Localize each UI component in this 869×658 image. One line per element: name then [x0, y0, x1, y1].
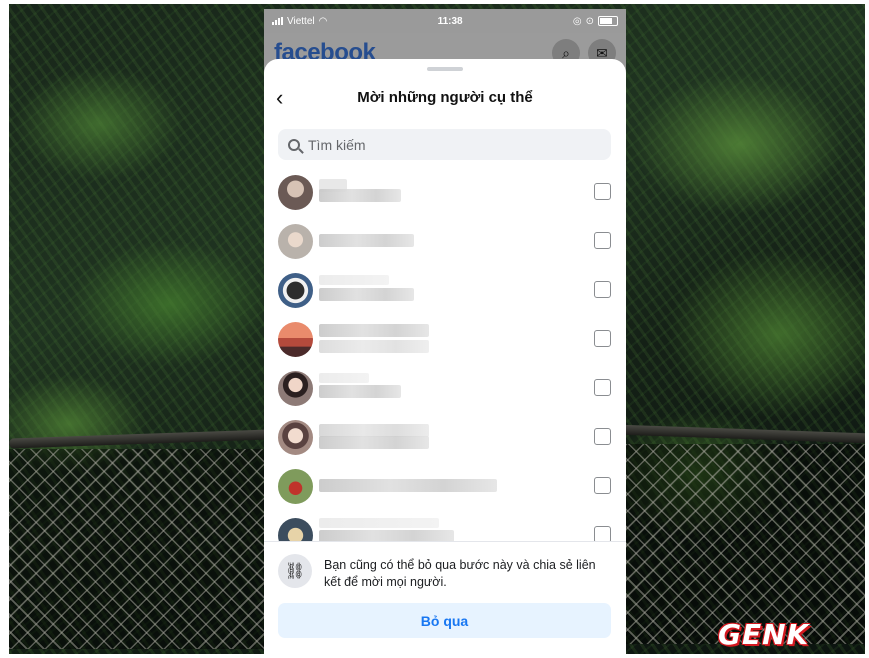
friend-list: [264, 171, 626, 541]
link-icon: ⛓: [278, 554, 312, 588]
friend-checkbox[interactable]: [594, 281, 611, 298]
search-field[interactable]: [278, 129, 611, 160]
drag-handle[interactable]: [427, 67, 463, 71]
avatar: [278, 322, 313, 357]
avatar: [278, 273, 313, 308]
phone-screen: Viettel ◠ 11:38 ◎ ⊙ facebook ⌕ ✉ ‹ Mời n…: [264, 9, 626, 654]
friend-row[interactable]: [264, 465, 626, 509]
friend-checkbox[interactable]: [594, 232, 611, 249]
friend-checkbox[interactable]: [594, 183, 611, 200]
friend-row[interactable]: [264, 318, 626, 362]
friend-checkbox[interactable]: [594, 477, 611, 494]
avatar: [278, 371, 313, 406]
friend-row[interactable]: [264, 367, 626, 411]
share-link-hint: Bạn cũng có thể bỏ qua bước này và chia …: [324, 558, 596, 589]
skip-button[interactable]: Bỏ qua: [278, 603, 611, 638]
friend-row[interactable]: [264, 171, 626, 215]
avatar: [278, 518, 313, 541]
avatar: [278, 175, 313, 210]
friend-checkbox[interactable]: [594, 379, 611, 396]
friend-checkbox[interactable]: [594, 526, 611, 541]
friend-row[interactable]: [264, 220, 626, 264]
search-input[interactable]: [306, 135, 590, 154]
friend-checkbox[interactable]: [594, 428, 611, 445]
sheet-header: ‹ Mời những người cụ thể: [264, 81, 626, 115]
friend-row[interactable]: [264, 269, 626, 313]
bridge-net-right: [624, 444, 865, 644]
friend-row[interactable]: [264, 514, 626, 541]
avatar: [278, 224, 313, 259]
friend-row[interactable]: [264, 416, 626, 460]
carrier-label: Viettel: [287, 15, 315, 27]
avatar: [278, 420, 313, 455]
clock: 11:38: [437, 15, 463, 27]
invite-sheet: ‹ Mời những người cụ thể Tìm kiếm ⛓ Bạn …: [264, 59, 626, 654]
status-bar: Viettel ◠ 11:38 ◎ ⊙: [264, 9, 626, 33]
lock-rotation-icon: ⊙: [585, 15, 594, 27]
share-link-footer: ⛓ Bạn cũng có thể bỏ qua bước này và chi…: [264, 541, 626, 654]
friend-checkbox[interactable]: [594, 330, 611, 347]
battery-icon: [597, 16, 618, 26]
genk-watermark-logo: GENK: [718, 618, 810, 651]
wifi-icon: ◠: [318, 15, 328, 27]
avatar: [278, 469, 313, 504]
alarm-icon: ◎: [572, 15, 582, 27]
search-icon: [288, 138, 300, 151]
sheet-title: Mời những người cụ thể: [357, 89, 533, 106]
signal-icon: [272, 17, 283, 25]
bridge-net-left: [9, 449, 267, 649]
